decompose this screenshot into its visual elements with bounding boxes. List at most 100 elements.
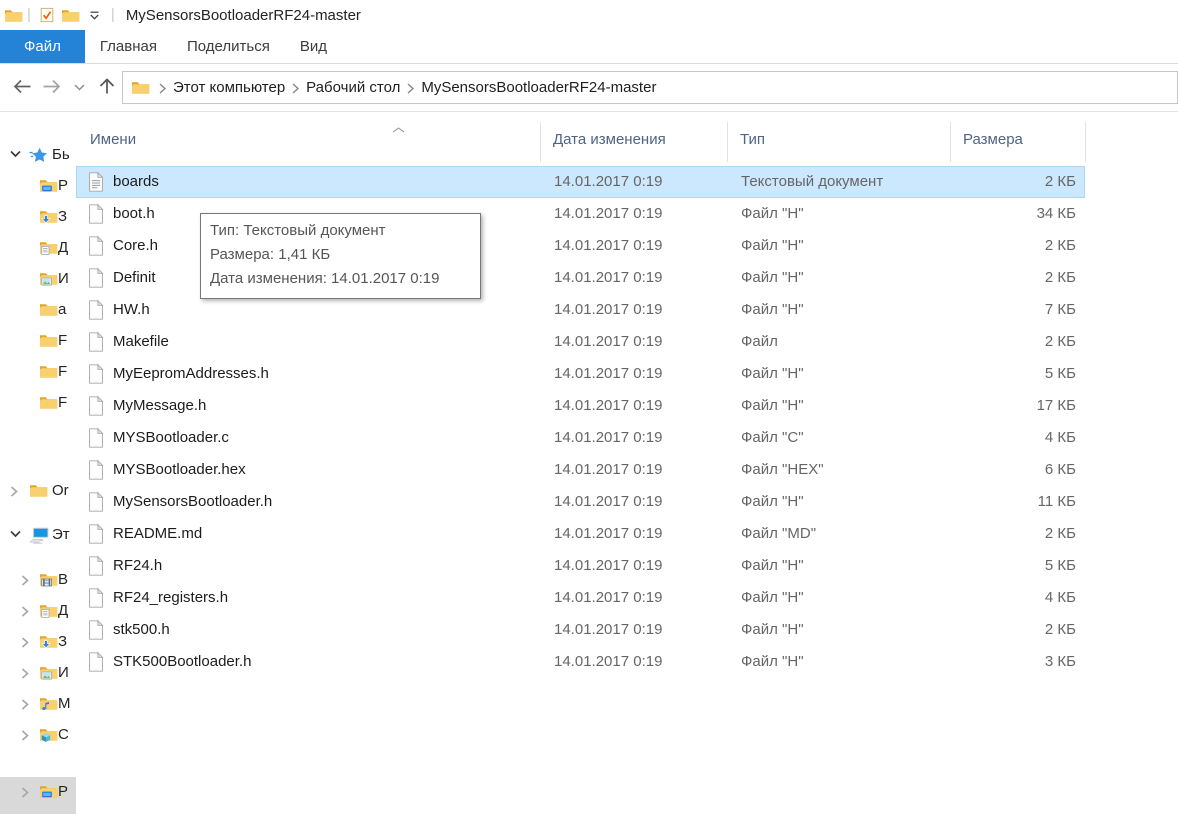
properties-check-icon[interactable]	[36, 4, 58, 26]
file-row-stk500.h[interactable]: stk500.h14.01.2017 0:19Файл "H"2 КБ	[76, 614, 1085, 646]
sidebar-item-quick-access-child[interactable]: F	[0, 388, 76, 419]
breadcrumb-chevron-icon[interactable]	[407, 83, 414, 94]
column-header-name[interactable]: Имени	[90, 131, 136, 148]
titlebar-separator: |	[111, 6, 115, 23]
sidebar-item-this-pc-child[interactable]: В	[0, 565, 76, 596]
file-row-STK500Bootloader.h[interactable]: STK500Bootloader.h14.01.2017 0:19Файл "H…	[76, 646, 1085, 678]
column-header-size[interactable]: Размера	[963, 131, 1023, 148]
file-row-Makefile[interactable]: Makefile14.01.2017 0:19Файл2 КБ	[76, 326, 1085, 358]
file-size: 7 КБ	[964, 301, 1076, 318]
text-document-icon	[88, 172, 104, 192]
folder-documents-icon	[39, 603, 58, 618]
file-tooltip: Тип: Текстовый документ Размера: 1,41 КБ…	[200, 213, 481, 299]
file-row-MyEepromAddresses.h[interactable]: MyEepromAddresses.h14.01.2017 0:19Файл "…	[76, 358, 1085, 390]
file-name: boot.h	[113, 205, 155, 222]
sidebar-item-onedrive[interactable]: Or	[0, 476, 76, 507]
breadcrumb-item[interactable]: Этот компьютер	[173, 79, 285, 96]
sidebar-item-label: а	[58, 301, 66, 318]
folder-plain-icon	[39, 302, 58, 317]
column-divider[interactable]	[540, 122, 541, 162]
file-name: MyEepromAddresses.h	[113, 365, 269, 382]
sidebar-item-this-pc-child[interactable]: З	[0, 627, 76, 658]
file-row-boards[interactable]: boards14.01.2017 0:19Текстовый документ2…	[76, 166, 1085, 198]
tab-Вид[interactable]: Вид	[285, 30, 342, 63]
file-date-modified: 14.01.2017 0:19	[554, 653, 662, 670]
chevron-right-icon[interactable]	[21, 575, 29, 586]
chevron-right-icon[interactable]	[21, 787, 29, 798]
file-row-MySensorsBootloader.h[interactable]: MySensorsBootloader.h14.01.2017 0:19Файл…	[76, 486, 1085, 518]
file-date-modified: 14.01.2017 0:19	[554, 493, 662, 510]
file-row-RF24.h[interactable]: RF24.h14.01.2017 0:19Файл "H"5 КБ	[76, 550, 1085, 582]
sidebar-item-quick-access-child[interactable]: Р	[0, 171, 76, 202]
breadcrumb-chevron-icon[interactable]	[159, 83, 166, 94]
file-size: 2 КБ	[964, 237, 1076, 254]
column-divider[interactable]	[727, 122, 728, 162]
column-header-row: Имени Дата изменения Тип Размера	[76, 120, 1178, 160]
sidebar-item-this-pc[interactable]: Эт	[0, 520, 76, 551]
chevron-right-icon[interactable]	[21, 730, 29, 741]
sidebar-item-this-pc-child[interactable]: М	[0, 689, 76, 720]
sidebar-item-quick-access-child[interactable]: F	[0, 326, 76, 357]
sidebar-item-this-pc-child[interactable]: Д	[0, 596, 76, 627]
chevron-right-icon[interactable]	[21, 699, 29, 710]
file-date-modified: 14.01.2017 0:19	[554, 429, 662, 446]
file-size: 11 КБ	[964, 493, 1076, 510]
file-type: Файл "H"	[741, 557, 804, 574]
tab-Главная[interactable]: Главная	[85, 30, 172, 63]
column-divider[interactable]	[950, 122, 951, 162]
recent-locations-chevron-icon[interactable]	[74, 84, 85, 91]
sidebar-item-quick-access-child[interactable]: F	[0, 357, 76, 388]
sidebar-item-label: Р	[58, 783, 68, 800]
file-type: Файл "H"	[741, 301, 804, 318]
chevron-down-icon[interactable]	[10, 530, 21, 538]
file-row-MYSBootloader.c[interactable]: MYSBootloader.c14.01.2017 0:19Файл "C"4 …	[76, 422, 1085, 454]
file-size: 6 КБ	[964, 461, 1076, 478]
sidebar-item-quick-access-child[interactable]: З	[0, 202, 76, 233]
address-box[interactable]: Этот компьютер Рабочий стол MySensorsBootl…	[122, 71, 1178, 104]
sidebar-item-quick-access[interactable]: Бь	[0, 140, 76, 171]
file-type: Файл "HEX"	[741, 461, 824, 478]
file-date-modified: 14.01.2017 0:19	[554, 173, 662, 190]
tab-Поделиться[interactable]: Поделиться	[172, 30, 285, 63]
chevron-down-icon[interactable]	[10, 150, 21, 158]
column-header-date-modified[interactable]: Дата изменения	[553, 131, 666, 148]
column-header-type[interactable]: Тип	[740, 131, 765, 148]
breadcrumb-item[interactable]: MySensorsBootloaderRF24-master	[421, 79, 656, 96]
tab-Файл[interactable]: Файл	[0, 30, 85, 63]
forward-arrow-icon[interactable]	[42, 78, 62, 95]
up-arrow-icon[interactable]	[98, 77, 116, 95]
file-row-MyMessage.h[interactable]: MyMessage.h14.01.2017 0:19Файл "H"17 КБ	[76, 390, 1085, 422]
file-row-README.md[interactable]: README.md14.01.2017 0:19Файл "MD"2 КБ	[76, 518, 1085, 550]
file-type: Файл	[741, 333, 778, 350]
column-divider[interactable]	[1085, 122, 1086, 162]
folder-3d-icon	[39, 727, 58, 742]
file-size: 4 КБ	[964, 429, 1076, 446]
sidebar-item-label: Эт	[52, 526, 70, 543]
file-size: 5 КБ	[964, 365, 1076, 382]
chevron-right-icon[interactable]	[21, 606, 29, 617]
sidebar-item-quick-access-child[interactable]: а	[0, 295, 76, 326]
breadcrumb-chevron-icon[interactable]	[292, 83, 299, 94]
back-arrow-icon[interactable]	[12, 78, 32, 95]
sidebar-item-this-pc-child[interactable]: И	[0, 658, 76, 689]
file-row-MYSBootloader.hex[interactable]: MYSBootloader.hex14.01.2017 0:19Файл "HE…	[76, 454, 1085, 486]
folder-plain-icon	[39, 333, 58, 348]
sidebar-item-quick-access-child[interactable]: И	[0, 264, 76, 295]
sidebar-item-quick-access-child[interactable]: Д	[0, 233, 76, 264]
breadcrumb-item[interactable]: Рабочий стол	[306, 79, 400, 96]
folder-downloads-icon	[39, 209, 58, 224]
file-date-modified: 14.01.2017 0:19	[554, 237, 662, 254]
sidebar-item-this-pc-child[interactable]: Р	[0, 777, 76, 814]
file-date-modified: 14.01.2017 0:19	[554, 333, 662, 350]
file-row-RF24_registers.h[interactable]: RF24_registers.h14.01.2017 0:19Файл "H"4…	[76, 582, 1085, 614]
file-name: boards	[113, 173, 159, 190]
chevron-right-icon[interactable]	[21, 668, 29, 679]
chevron-right-icon[interactable]	[10, 486, 18, 497]
blank-file-icon	[88, 364, 104, 384]
qat-dropdown-icon[interactable]	[84, 4, 106, 26]
sidebar-item-label: Р	[58, 177, 68, 194]
sidebar-item-this-pc-child[interactable]: С	[0, 720, 76, 751]
new-folder-icon[interactable]	[60, 4, 82, 26]
file-type: Файл "MD"	[741, 525, 816, 542]
chevron-right-icon[interactable]	[21, 637, 29, 648]
